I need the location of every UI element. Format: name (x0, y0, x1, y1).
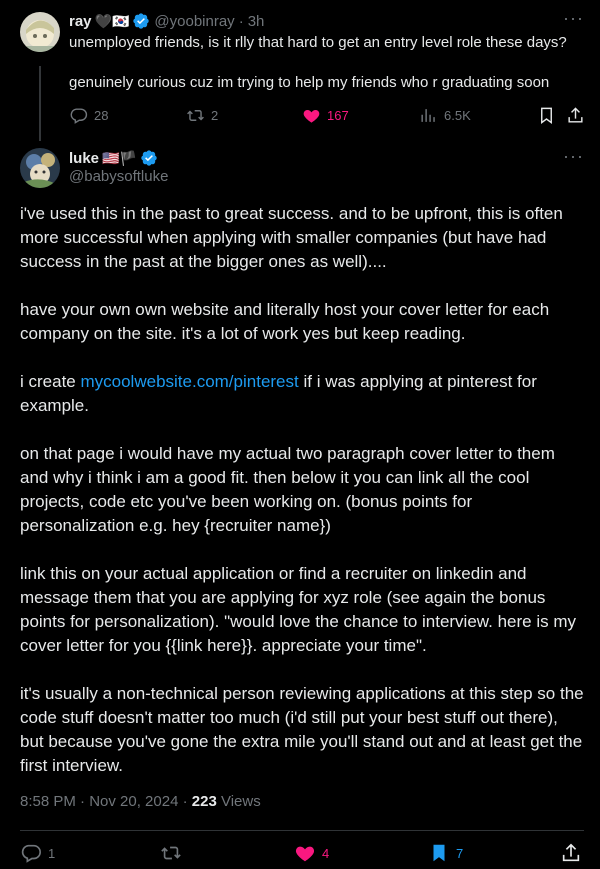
tweet-text-line: genuinely curious cuz im trying to help … (69, 74, 550, 91)
share-icon (562, 843, 580, 862)
bookmark-button[interactable]: 7 (428, 842, 463, 864)
thread-line (39, 66, 41, 141)
tweet-paragraph: link this on your actual application or … (20, 564, 576, 655)
share-button[interactable] (566, 104, 591, 126)
display-name[interactable]: luke (69, 150, 99, 167)
more-options-icon[interactable]: ··· (563, 8, 584, 29)
views-count: 6.5K (444, 107, 471, 123)
repost-icon (161, 846, 181, 860)
views-label: Views (216, 793, 261, 810)
verified-badge-icon[interactable] (132, 12, 150, 30)
bookmark-filled-icon (433, 844, 445, 862)
tweet-paragraph: on that page i would have my actual two … (20, 444, 555, 535)
bookmark-icon (541, 107, 552, 124)
tweet-paragraph: i've used this in the past to great succ… (20, 204, 563, 271)
more-options-icon[interactable]: ··· (563, 146, 584, 167)
reply-button[interactable]: 1 (20, 842, 55, 864)
avatar[interactable] (20, 148, 60, 188)
reply-count: 1 (48, 845, 56, 861)
timestamp[interactable]: 8:58 PM · Nov 20, 2024 · (20, 793, 192, 810)
tweet-text-line: unemployed friends, is it rlly that hard… (69, 34, 567, 51)
repost-button[interactable] (160, 842, 188, 864)
user-handle[interactable]: @babysoftluke (69, 168, 168, 185)
repost-icon (187, 109, 204, 121)
reply-button[interactable]: 28 (69, 104, 108, 126)
text-span: i create (20, 372, 81, 391)
reply-count: 28 (94, 107, 109, 123)
tweet-paragraph: it's usually a non-technical person revi… (20, 684, 584, 775)
tweet-actions: 1 4 7 (20, 842, 584, 868)
heart-filled-icon (303, 109, 320, 123)
name-emoji: 🖤🇰🇷 (94, 12, 130, 29)
separator: · (238, 12, 244, 30)
tweet-meta: 8:58 PM · Nov 20, 2024 · 223 Views (20, 793, 261, 810)
tweet-time[interactable]: 3h (248, 13, 265, 30)
share-icon (568, 106, 583, 123)
tweet-text: unemployed friends, is it rlly that hard… (69, 33, 584, 113)
name-emoji: 🇺🇸🏴 (102, 149, 137, 166)
like-count: 167 (327, 107, 349, 123)
tweet-text: i've used this in the past to great succ… (20, 202, 585, 802)
tweet-paragraph: have your own own website and literally … (20, 300, 550, 343)
tweet-paragraph: i create mycoolwebsite.com/pinterest if … (20, 370, 585, 418)
reply-icon (21, 844, 41, 863)
divider (20, 830, 584, 831)
like-button[interactable]: 167 (302, 104, 349, 126)
share-button[interactable] (560, 842, 588, 864)
analytics-icon (421, 108, 435, 122)
repost-button[interactable]: 2 (186, 104, 218, 126)
avatar[interactable] (20, 12, 60, 52)
parent-tweet[interactable]: ray 🖤🇰🇷 @yoobinray · 3h ··· unemployed f… (0, 0, 600, 141)
tweet-actions: 28 2 167 6.5K (69, 104, 584, 126)
like-count: 4 (322, 845, 330, 861)
tweet-header: luke 🇺🇸🏴 (69, 148, 158, 168)
like-button[interactable]: 4 (294, 842, 329, 864)
views-button[interactable]: 6.5K (419, 104, 471, 126)
display-name[interactable]: ray (69, 13, 92, 30)
bookmark-button[interactable] (537, 104, 562, 126)
user-handle[interactable]: @yoobinray (154, 13, 234, 30)
views-count: 223 (191, 793, 217, 810)
heart-filled-icon (295, 846, 315, 862)
website-link[interactable]: mycoolwebsite.com/pinterest (80, 372, 298, 391)
repost-count: 2 (211, 107, 219, 123)
reply-icon (70, 107, 88, 124)
bookmark-count: 7 (456, 845, 464, 861)
tweet-header: ray 🖤🇰🇷 @yoobinray · 3h (69, 11, 264, 31)
verified-badge-icon[interactable] (140, 149, 158, 167)
